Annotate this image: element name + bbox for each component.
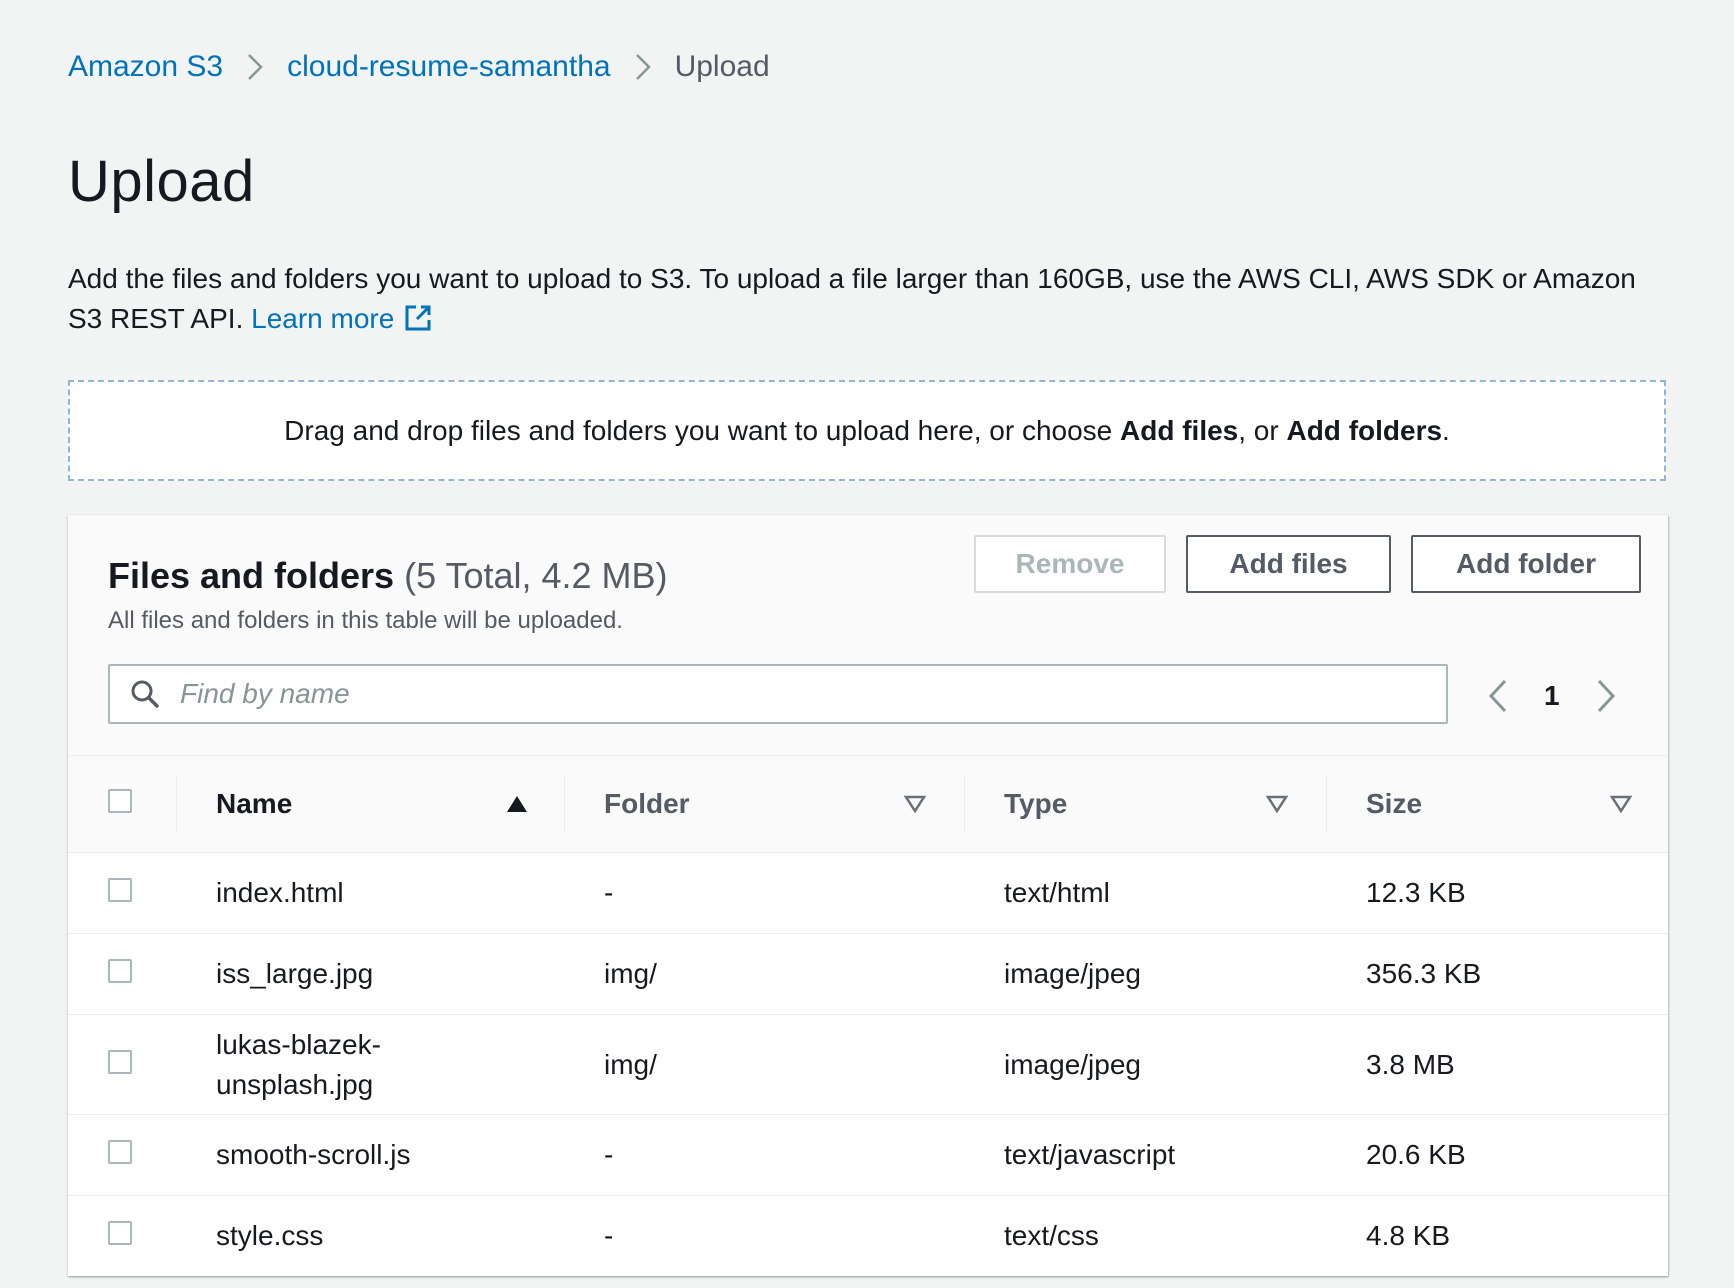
sort-down-outline-icon bbox=[1265, 788, 1289, 820]
row-checkbox[interactable] bbox=[108, 959, 132, 983]
file-size: 12.3 KB bbox=[1326, 852, 1668, 934]
learn-more-label: Learn more bbox=[251, 303, 395, 334]
column-folder[interactable]: Folder bbox=[564, 756, 964, 853]
drop-zone[interactable]: Drag and drop files and folders you want… bbox=[68, 380, 1666, 481]
table-row[interactable]: iss_large.jpg img/ image/jpeg 356.3 KB bbox=[68, 933, 1668, 1015]
page-title: Upload bbox=[68, 149, 255, 214]
column-type[interactable]: Type bbox=[964, 756, 1326, 853]
file-size: 4.8 KB bbox=[1326, 1195, 1668, 1276]
file-name: style.css bbox=[176, 1195, 564, 1276]
chevron-right-icon[interactable] bbox=[1596, 679, 1616, 713]
file-folder: - bbox=[564, 1195, 964, 1276]
column-folder-label: Folder bbox=[604, 788, 690, 819]
file-name: lukas-blazek- unsplash.jpg bbox=[176, 1014, 564, 1115]
file-name: smooth-scroll.js bbox=[176, 1114, 564, 1196]
panel-total-count: (5 Total, 4.2 MB) bbox=[404, 555, 668, 596]
row-checkbox[interactable] bbox=[108, 1221, 132, 1245]
table-row[interactable]: style.css - text/css 4.8 KB bbox=[68, 1195, 1668, 1276]
table-row[interactable]: lukas-blazek- unsplash.jpg img/ image/jp… bbox=[68, 1014, 1668, 1115]
column-name[interactable]: Name bbox=[176, 756, 564, 853]
chevron-right-icon bbox=[247, 53, 263, 81]
add-folder-button[interactable]: Add folder bbox=[1411, 535, 1641, 593]
file-type: text/javascript bbox=[964, 1114, 1326, 1196]
column-size-label: Size bbox=[1366, 788, 1423, 819]
remove-button[interactable]: Remove bbox=[974, 535, 1166, 593]
file-folder: - bbox=[564, 852, 964, 934]
drop-zone-text: Drag and drop files and folders you want… bbox=[284, 414, 1450, 446]
file-name: index.html bbox=[176, 852, 564, 934]
sort-down-outline-icon bbox=[903, 788, 927, 820]
row-checkbox[interactable] bbox=[108, 1049, 132, 1074]
file-name: iss_large.jpg bbox=[176, 933, 564, 1015]
page-number[interactable]: 1 bbox=[1544, 680, 1560, 712]
file-size: 3.8 MB bbox=[1326, 1014, 1668, 1115]
search-icon bbox=[130, 679, 160, 709]
files-table: Name Folder Type Size index.html - text/… bbox=[68, 756, 1668, 1276]
row-checkbox[interactable] bbox=[108, 1140, 132, 1164]
files-and-folders-panel: Files and folders (5 Total, 4.2 MB) All … bbox=[68, 515, 1668, 1276]
file-size: 20.6 KB bbox=[1326, 1114, 1668, 1196]
breadcrumb-current: Upload bbox=[674, 50, 770, 83]
file-type: text/css bbox=[964, 1195, 1326, 1276]
select-all-checkbox[interactable] bbox=[108, 789, 132, 813]
file-folder: - bbox=[564, 1114, 964, 1196]
column-type-label: Type bbox=[1004, 788, 1068, 819]
column-name-label: Name bbox=[216, 788, 293, 819]
breadcrumb-bucket[interactable]: cloud-resume-samantha bbox=[287, 50, 610, 84]
column-size[interactable]: Size bbox=[1326, 756, 1668, 853]
file-size: 356.3 KB bbox=[1326, 933, 1668, 1015]
external-link-icon bbox=[404, 303, 432, 343]
file-type: text/html bbox=[964, 852, 1326, 934]
pagination: 1 bbox=[1488, 676, 1616, 716]
chevron-right-icon bbox=[635, 53, 651, 81]
breadcrumb: Amazon S3 cloud-resume-samantha Upload bbox=[68, 50, 770, 84]
row-checkbox[interactable] bbox=[108, 878, 132, 902]
file-folder: img/ bbox=[564, 933, 964, 1015]
panel-title-text: Files and folders bbox=[108, 555, 395, 596]
breadcrumb-amazon-s3[interactable]: Amazon S3 bbox=[68, 50, 223, 84]
search-input[interactable] bbox=[178, 665, 1446, 723]
table-row[interactable]: index.html - text/html 12.3 KB bbox=[68, 852, 1668, 934]
table-header-row: Name Folder Type Size bbox=[68, 756, 1668, 853]
sort-down-outline-icon bbox=[1609, 788, 1633, 820]
table-row[interactable]: smooth-scroll.js - text/javascript 20.6 … bbox=[68, 1114, 1668, 1196]
page-description: Add the files and folders you want to up… bbox=[68, 259, 1668, 343]
panel-header: Files and folders (5 Total, 4.2 MB) All … bbox=[68, 515, 1668, 756]
file-folder: img/ bbox=[564, 1014, 964, 1115]
learn-more-link[interactable]: Learn more bbox=[251, 303, 432, 334]
panel-title: Files and folders (5 Total, 4.2 MB) bbox=[108, 555, 668, 597]
drop-zone-add-folders: Add folders bbox=[1286, 414, 1443, 446]
file-type: image/jpeg bbox=[964, 933, 1326, 1015]
chevron-left-icon[interactable] bbox=[1488, 679, 1508, 713]
sort-ascending-icon bbox=[506, 788, 528, 820]
search-field bbox=[108, 664, 1448, 724]
select-all-cell bbox=[68, 756, 176, 853]
drop-zone-add-files: Add files bbox=[1120, 414, 1239, 446]
add-files-button[interactable]: Add files bbox=[1186, 535, 1391, 593]
file-type: image/jpeg bbox=[964, 1014, 1326, 1115]
panel-subtitle: All files and folders in this table will… bbox=[108, 607, 623, 634]
